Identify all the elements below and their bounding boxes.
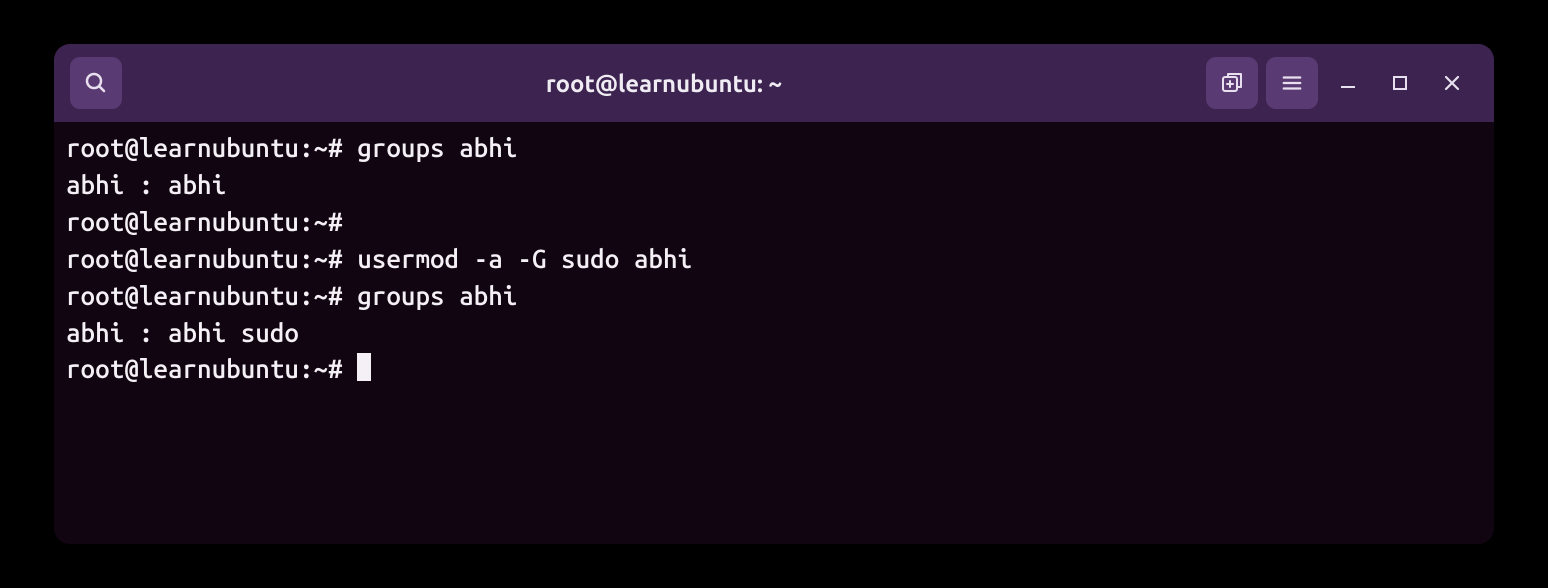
- close-button[interactable]: [1442, 73, 1462, 93]
- terminal-line: abhi : abhi sudo: [66, 315, 1482, 352]
- new-tab-button[interactable]: [1206, 57, 1258, 109]
- window-title: root@learnubuntu: ~: [130, 70, 1198, 97]
- cursor: [357, 353, 371, 381]
- terminal-line: root@learnubuntu:~# groups abhi: [66, 130, 1482, 167]
- terminal-line: root@learnubuntu:~#: [66, 204, 1482, 241]
- terminal-window: root@learnubuntu: ~: [54, 44, 1494, 544]
- terminal-line: root@learnubuntu:~#: [66, 351, 1482, 388]
- search-icon: [84, 71, 108, 95]
- titlebar: root@learnubuntu: ~: [54, 44, 1494, 122]
- hamburger-icon: [1281, 72, 1303, 94]
- menu-button[interactable]: [1266, 57, 1318, 109]
- window-controls: [1338, 73, 1462, 93]
- terminal-line: root@learnubuntu:~# groups abhi: [66, 278, 1482, 315]
- maximize-icon: [1392, 75, 1408, 91]
- close-icon: [1443, 74, 1461, 92]
- terminal-line: abhi : abhi: [66, 167, 1482, 204]
- maximize-button[interactable]: [1390, 73, 1410, 93]
- search-button[interactable]: [70, 57, 122, 109]
- minimize-button[interactable]: [1338, 73, 1358, 93]
- minimize-icon: [1339, 74, 1357, 92]
- terminal-body[interactable]: root@learnubuntu:~# groups abhi abhi : a…: [54, 122, 1494, 544]
- new-tab-icon: [1220, 71, 1244, 95]
- terminal-line: root@learnubuntu:~# usermod -a -G sudo a…: [66, 241, 1482, 278]
